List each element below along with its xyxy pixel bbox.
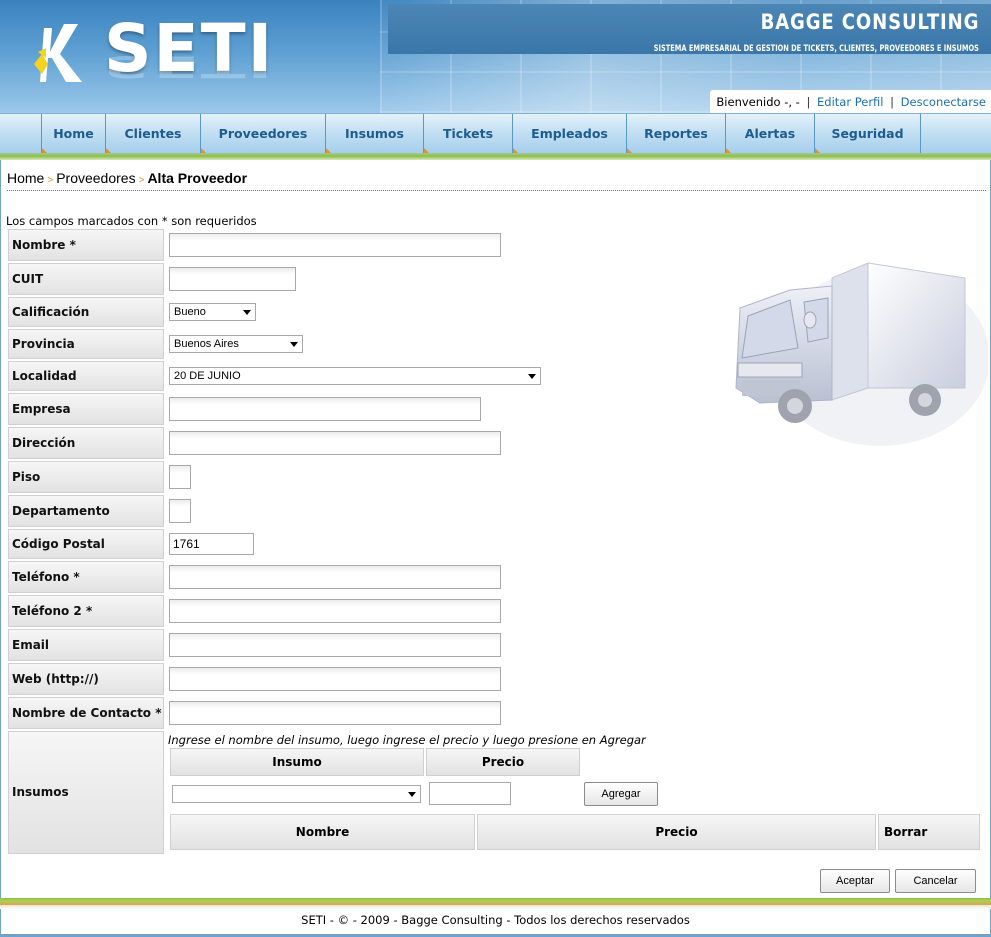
cuit-field[interactable] [169, 267, 296, 291]
nav-divider [920, 114, 921, 153]
breadcrumb: Home > Proveedores > Alta Proveedor [7, 170, 247, 186]
breadcrumb-home[interactable]: Home [7, 170, 44, 186]
nav-label: Reportes [644, 126, 708, 141]
label-nombre: Nombre * [8, 229, 164, 261]
nav-label: Empleados [531, 126, 608, 141]
nombre-field[interactable] [169, 233, 501, 257]
breadcrumb-separator: > [138, 175, 145, 186]
tagline: SISTEMA EMPRESARIAL DE GESTION DE TICKET… [653, 44, 979, 54]
nav-label: Proveedores [218, 126, 308, 141]
nav-label: Clientes [124, 126, 182, 141]
left-border [0, 160, 1, 934]
label-direccion: Dirección [8, 427, 164, 459]
web-field[interactable] [169, 667, 501, 691]
nav-item-reportes[interactable]: Reportes [626, 114, 725, 153]
empresa-field[interactable] [169, 397, 481, 421]
borrar-column-header: Borrar [878, 814, 980, 850]
telefono2-field[interactable] [169, 599, 501, 623]
insumo-column-header: Insumo [170, 748, 424, 776]
localidad-value: 20 DE JUNIO [174, 370, 241, 382]
brand-name: BAGGE CONSULTING [760, 10, 979, 34]
chevron-down-icon [290, 342, 298, 347]
contacto-field[interactable] [169, 701, 501, 725]
main-nav: Home Clientes Proveedores Insumos Ticket… [0, 113, 991, 153]
precio-column-header: Precio [426, 748, 580, 776]
nav-item-alertas[interactable]: Alertas [725, 114, 814, 153]
label-departamento: Departamento [8, 495, 164, 527]
piso-field[interactable] [169, 465, 191, 489]
insumos-instruction: Ingrese el nombre del insumo, luego ingr… [168, 733, 646, 747]
label-calificacion: Calificación [8, 297, 164, 327]
nav-item-proveedores[interactable]: Proveedores [200, 114, 325, 153]
nombre-column-header: Nombre [170, 814, 475, 850]
calificacion-value: Bueno [174, 306, 206, 318]
nav-item-seguridad[interactable]: Seguridad [814, 114, 920, 153]
label-telefono: Teléfono * [8, 561, 164, 593]
nav-item-insumos[interactable]: Insumos [325, 114, 423, 153]
departamento-field[interactable] [169, 499, 191, 523]
label-email: Email [8, 629, 164, 661]
localidad-select[interactable]: 20 DE JUNIO [169, 367, 541, 385]
label-cuit: CUIT [8, 263, 164, 295]
label-provincia: Provincia [8, 329, 164, 359]
label-empresa: Empresa [8, 393, 164, 425]
breadcrumb-separator: > [47, 175, 54, 186]
nav-bottom-stripe [0, 153, 991, 160]
label-piso: Piso [8, 461, 164, 493]
nav-item-empleados[interactable]: Empleados [512, 114, 626, 153]
welcome-text: Bienvenido -, - [716, 95, 800, 109]
nav-label: Tickets [442, 126, 494, 141]
footer-text: SETI - © - 2009 - Bagge Consulting - Tod… [301, 913, 690, 927]
nav-label: Alertas [744, 126, 796, 141]
precio-table-header: Precio [477, 814, 876, 850]
chevron-down-icon [528, 374, 536, 379]
nav-label: Seguridad [831, 126, 904, 141]
label-localidad: Localidad [8, 361, 164, 391]
nav-item-home[interactable]: Home [41, 114, 105, 153]
precio-field[interactable] [429, 782, 511, 805]
header-banner: SETI SETI BAGGE CONSULTING SISTEMA EMPRE… [0, 0, 991, 113]
nav-label: Home [53, 126, 94, 141]
email-field[interactable] [169, 633, 501, 657]
chevron-down-icon [408, 792, 416, 797]
nav-item-clientes[interactable]: Clientes [105, 114, 200, 153]
nav-item-tickets[interactable]: Tickets [423, 114, 512, 153]
agregar-button[interactable]: Agregar [584, 782, 658, 806]
cancelar-button[interactable]: Cancelar [895, 869, 976, 893]
required-note: Los campos marcados con * son requeridos [6, 214, 257, 228]
provincia-select[interactable]: Buenos Aires [169, 335, 303, 353]
footer-stripe-light [0, 905, 991, 909]
separator: | [806, 95, 811, 109]
footer-stripe [0, 898, 991, 905]
brand-block: BAGGE CONSULTING SISTEMA EMPRESARIAL DE … [388, 4, 991, 54]
telefono-field[interactable] [169, 565, 501, 589]
aceptar-button[interactable]: Aceptar [820, 869, 890, 893]
breadcrumb-current: Alta Proveedor [147, 170, 248, 186]
logout-link[interactable]: Desconectarse [901, 95, 986, 109]
label-codigo-postal: Código Postal [8, 529, 164, 559]
label-contacto: Nombre de Contacto * [8, 697, 164, 729]
label-web: Web (http://) [8, 663, 164, 695]
welcome-bar: Bienvenido -, - | Editar Perfil | Descon… [710, 90, 991, 113]
nav-label: Insumos [345, 126, 404, 141]
direccion-field[interactable] [169, 431, 501, 455]
label-insumos: Insumos [8, 731, 164, 854]
separator: | [890, 95, 895, 109]
calificacion-select[interactable]: Bueno [169, 303, 256, 321]
seti-logo-icon [34, 24, 82, 82]
breadcrumb-proveedores[interactable]: Proveedores [56, 170, 135, 186]
truck-illustration [735, 262, 988, 446]
edit-profile-link[interactable]: Editar Perfil [817, 95, 883, 109]
insumo-select[interactable] [172, 785, 421, 803]
chevron-down-icon [243, 310, 251, 315]
logo-reflection: SETI [104, 49, 275, 84]
codigo-postal-field[interactable] [169, 533, 254, 555]
provincia-value: Buenos Aires [174, 338, 239, 350]
label-telefono2: Teléfono 2 * [8, 595, 164, 627]
divider [7, 190, 986, 191]
